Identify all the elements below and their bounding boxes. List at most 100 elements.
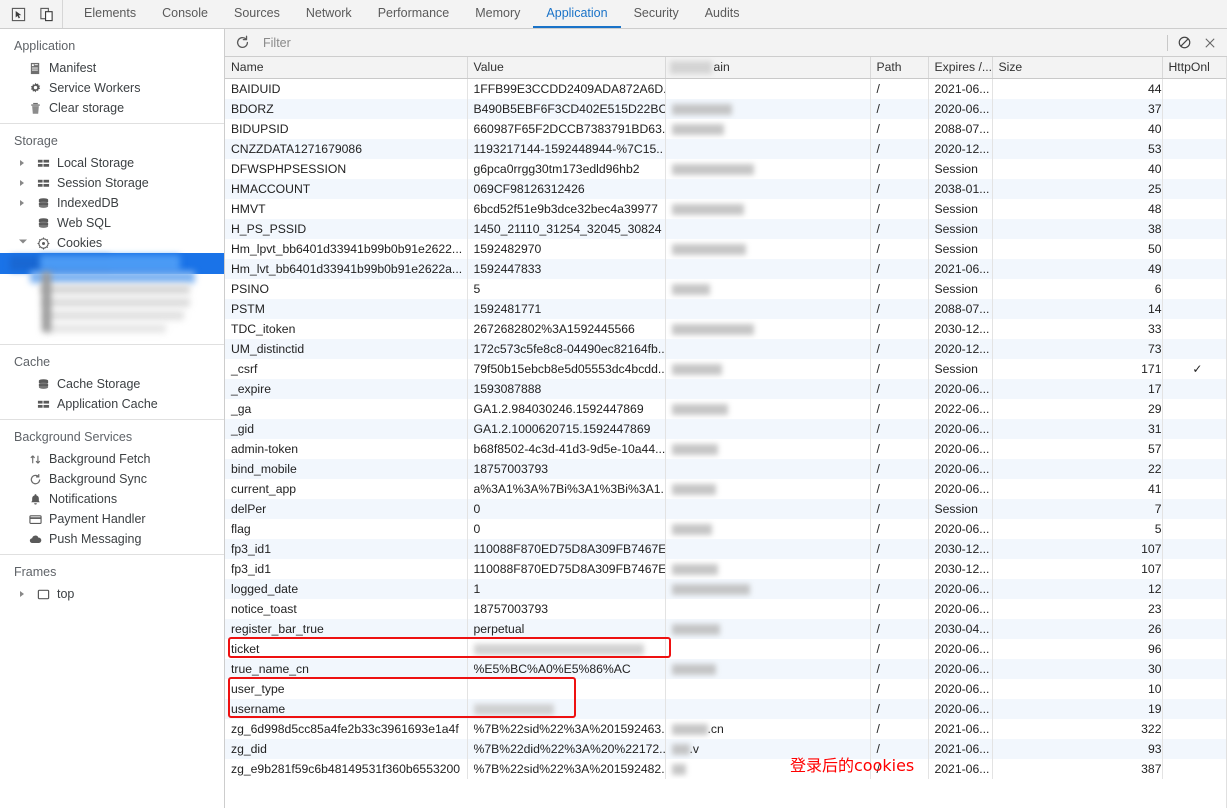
column-header-value[interactable]: Value bbox=[467, 57, 666, 79]
table-row[interactable]: H_PS_PSSID 1450_21110_31254_32045_30824 /S… bbox=[225, 218, 1227, 239]
column-header-size[interactable]: Size bbox=[992, 57, 1163, 79]
cell-value: 0 bbox=[467, 518, 666, 539]
table-row[interactable]: BIDUPSID 660987F65F2DCCB7383791BD63... /20… bbox=[225, 118, 1227, 139]
table-row[interactable]: CNZZDATA1271679086 1193217144-1592448944-… bbox=[225, 138, 1227, 159]
cell-expires: 2020-06... bbox=[928, 378, 993, 399]
table-row[interactable]: UM_distinctid 172c573c5fe8c8-04490ec82164… bbox=[225, 338, 1227, 359]
sidebar-item-notifications[interactable]: Notifications bbox=[0, 489, 224, 509]
sidebar-item-application-cache[interactable]: Application Cache bbox=[0, 394, 224, 414]
inspect-element-icon[interactable] bbox=[8, 4, 28, 24]
sidebar-item-local-storage[interactable]: Local Storage bbox=[0, 153, 224, 173]
sidebar-item-top-frame[interactable]: top bbox=[0, 584, 224, 604]
clear-all-icon[interactable] bbox=[1171, 31, 1197, 55]
chevron-down-icon[interactable] bbox=[19, 239, 27, 247]
table-row[interactable]: delPer 0 /Session 7 bbox=[225, 498, 1227, 519]
column-header-domain[interactable]: ain bbox=[665, 57, 871, 79]
chevron-right-icon[interactable] bbox=[20, 200, 24, 206]
tab-console[interactable]: Console bbox=[149, 0, 221, 28]
table-row[interactable]: flag 0 /2020-06... 5 bbox=[225, 518, 1227, 539]
table-row[interactable]: PSTM 1592481771 /2088-07... 14 bbox=[225, 298, 1227, 319]
table-row[interactable]: HMACCOUNT 069CF98126312426 /2038-01... 25 bbox=[225, 178, 1227, 199]
chevron-right-icon[interactable] bbox=[20, 160, 24, 166]
tab-label: Security bbox=[633, 6, 679, 20]
cloud-icon bbox=[28, 532, 43, 547]
cell-path: / bbox=[870, 138, 929, 159]
cell-expires: 2088-07... bbox=[928, 298, 993, 319]
sidebar-item-label: top bbox=[57, 587, 75, 601]
filter-input[interactable] bbox=[255, 32, 1164, 53]
sidebar-item-push-messaging[interactable]: Push Messaging bbox=[0, 529, 224, 549]
cell-httponly bbox=[1162, 78, 1227, 99]
table-row[interactable]: Hm_lpvt_bb6401d33941b99b0b91e2622... 1592… bbox=[225, 238, 1227, 259]
table-row[interactable]: ticket /2020-06... 96 bbox=[225, 638, 1227, 659]
tab-memory[interactable]: Memory bbox=[462, 0, 533, 28]
sidebar-item-indexeddb[interactable]: IndexedDB bbox=[0, 193, 224, 213]
tab-elements[interactable]: Elements bbox=[71, 0, 149, 28]
cell-value: 6bcd52f51e9b3dce32bec4a39977 bbox=[467, 198, 666, 219]
column-header-httponly[interactable]: HttpOnl bbox=[1162, 57, 1227, 79]
table-row[interactable]: _gid GA1.2.1000620715.1592447869 /2020-06.… bbox=[225, 418, 1227, 439]
table-row[interactable]: DFWSPHPSESSION g6pca0rrgg30tm173edld96hb2… bbox=[225, 158, 1227, 179]
cell-expires: 2020-06... bbox=[928, 638, 993, 659]
cell-size: 30 bbox=[992, 658, 1163, 679]
sidebar-item-background-sync[interactable]: Background Sync bbox=[0, 469, 224, 489]
table-row[interactable]: BAIDUID 1FFB99E3CCDD2409ADA872A6D... /2021… bbox=[225, 78, 1227, 99]
table-row[interactable]: notice_toast 18757003793 /2020-06... 23 bbox=[225, 598, 1227, 619]
tab-network[interactable]: Network bbox=[293, 0, 365, 28]
sidebar-item-manifest[interactable]: Manifest bbox=[0, 58, 224, 78]
table-row[interactable]: fp3_id1 110088F870ED75D8A309FB7467E... /20… bbox=[225, 558, 1227, 579]
sidebar-item-web-sql[interactable]: Web SQL bbox=[0, 213, 224, 233]
device-toolbar-icon[interactable] bbox=[36, 4, 56, 24]
table-row[interactable]: zg_6d998d5cc85a4fe2b33c3961693e1a4f %7B%2… bbox=[225, 718, 1227, 739]
table-row[interactable]: TDC_itoken 2672682802%3A1592445566 /2030-1… bbox=[225, 318, 1227, 339]
cell-path: / bbox=[870, 118, 929, 139]
chevron-right-icon[interactable] bbox=[20, 591, 24, 597]
sidebar-item-background-fetch[interactable]: Background Fetch bbox=[0, 449, 224, 469]
column-header-expires[interactable]: Expires /... bbox=[928, 57, 993, 79]
redaction-blur bbox=[671, 123, 724, 135]
table-row[interactable]: PSINO 5 /Session 6 bbox=[225, 278, 1227, 299]
cell-name: bind_mobile bbox=[225, 458, 468, 479]
column-header-path[interactable]: Path bbox=[870, 57, 929, 79]
sidebar-item-label: Service Workers bbox=[49, 81, 141, 95]
sidebar-item-selected-cookie-origin[interactable] bbox=[0, 253, 224, 274]
table-row[interactable]: Hm_lvt_bb6401d33941b99b0b91e2622a... 1592… bbox=[225, 258, 1227, 279]
tab-performance[interactable]: Performance bbox=[365, 0, 463, 28]
table-row[interactable]: _csrf 79f50b15ebcb8e5d05553dc4bcdd... / Ses… bbox=[225, 358, 1227, 379]
sidebar-item-service-workers[interactable]: Service Workers bbox=[0, 78, 224, 98]
sidebar-item-cache-storage[interactable]: Cache Storage bbox=[0, 374, 224, 394]
table-row[interactable]: fp3_id1 110088F870ED75D8A309FB7467E... /20… bbox=[225, 538, 1227, 559]
sidebar-item-payment-handler[interactable]: Payment Handler bbox=[0, 509, 224, 529]
table-row[interactable]: admin-token b68f8502-4c3d-41d3-9d5e-10a44… bbox=[225, 438, 1227, 459]
chevron-right-icon[interactable] bbox=[20, 180, 24, 186]
tab-audits[interactable]: Audits bbox=[692, 0, 753, 28]
tab-application[interactable]: Application bbox=[533, 0, 621, 28]
cell-name: TDC_itoken bbox=[225, 318, 468, 339]
table-row[interactable]: _ga GA1.2.984030246.1592447869 /2022-06...… bbox=[225, 398, 1227, 419]
table-row[interactable]: bind_mobile 18757003793 /2020-06... 22 bbox=[225, 458, 1227, 479]
table-row[interactable]: username /2020-06... 19 bbox=[225, 698, 1227, 719]
table-row[interactable]: zg_did %7B%22did%22%3A%20%22172... .v/2021… bbox=[225, 738, 1227, 759]
cell-expires: 2020-06... bbox=[928, 98, 993, 119]
table-row[interactable]: user_type /2020-06... 10 bbox=[225, 678, 1227, 699]
table-row[interactable]: true_name_cn %E5%BC%A0%E5%86%AC /2020-06..… bbox=[225, 658, 1227, 679]
sidebar-item-clear-storage[interactable]: Clear storage bbox=[0, 98, 224, 118]
table-row[interactable]: register_bar_true perpetual /2030-04... 26 bbox=[225, 618, 1227, 639]
column-header-name[interactable]: Name bbox=[225, 57, 468, 79]
table-row[interactable]: zg_e9b281f59c6b48149531f360b6553200 %7B%2… bbox=[225, 758, 1227, 779]
sidebar-item-session-storage[interactable]: Session Storage bbox=[0, 173, 224, 193]
tab-sources[interactable]: Sources bbox=[221, 0, 293, 28]
table-row[interactable]: BDORZ B490B5EBF6F3CD402E515D22BC... /2020-… bbox=[225, 98, 1227, 119]
table-row[interactable]: current_app a%3A1%3A%7Bi%3A1%3Bi%3A1... /2… bbox=[225, 478, 1227, 499]
cookie-icon bbox=[36, 236, 51, 251]
table-row[interactable]: HMVT 6bcd52f51e9b3dce32bec4a39977 /Session… bbox=[225, 198, 1227, 219]
tab-security[interactable]: Security bbox=[621, 0, 692, 28]
sidebar-item-cookies[interactable]: Cookies bbox=[0, 233, 224, 253]
cell-domain bbox=[665, 178, 871, 199]
refresh-icon[interactable] bbox=[229, 31, 255, 55]
table-row[interactable]: _expire 1593087888 /2020-06... 17 bbox=[225, 378, 1227, 399]
close-icon[interactable] bbox=[1197, 31, 1223, 55]
cell-size: 96 bbox=[992, 638, 1163, 659]
table-row[interactable]: logged_date 1 /2020-06... 12 bbox=[225, 578, 1227, 599]
sidebar-group-title: Storage bbox=[14, 134, 58, 148]
